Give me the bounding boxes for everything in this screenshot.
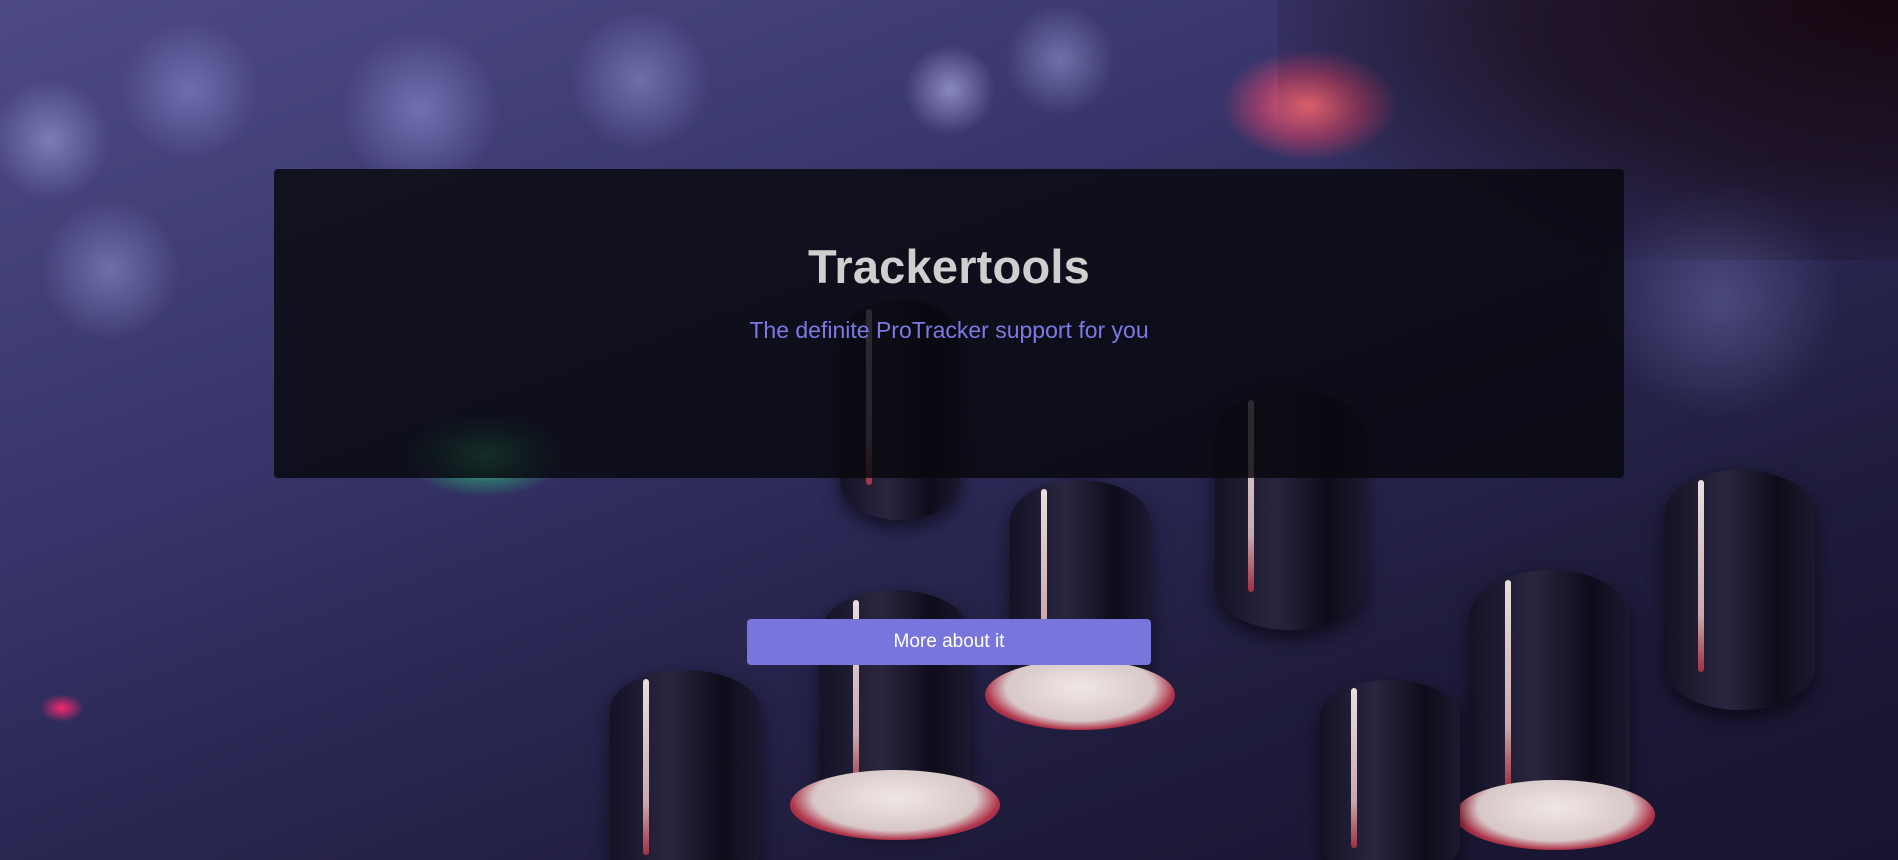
mixer-knob-base [985, 660, 1175, 730]
mixer-knob-base [1455, 780, 1655, 850]
mixer-knob [1320, 680, 1460, 860]
mixer-knob [1665, 470, 1815, 710]
mixer-knob [610, 670, 760, 860]
hero-panel: Trackertools The definite ProTracker sup… [274, 169, 1624, 478]
hero-section: Trackertools The definite ProTracker sup… [0, 0, 1898, 860]
page-title: Trackertools [808, 240, 1090, 293]
more-about-it-button[interactable]: More about it [747, 619, 1151, 665]
page-subtitle: The definite ProTracker support for you [749, 317, 1149, 343]
mixer-knob-base [790, 770, 1000, 840]
